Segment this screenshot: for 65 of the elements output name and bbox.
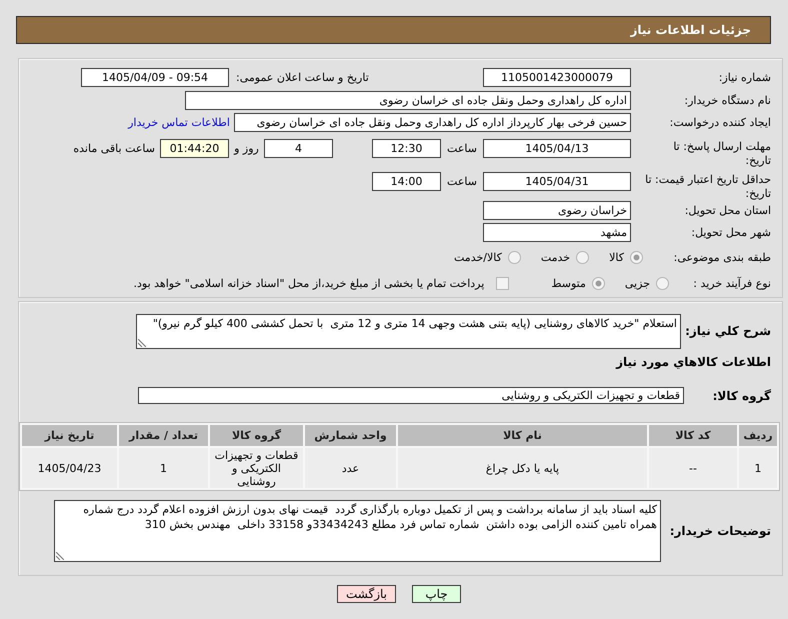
field-label: تاریخ و ساعت اعلان عمومی: <box>235 70 370 86</box>
resize-grip-icon[interactable] <box>138 339 146 347</box>
buyer-notes-field[interactable]: کلیه اسناد باید از سامانه برداشت و پس از تکمیل دوباره بارگذاری گردد قیمت نهای بدون ارزش افزوده اعلام گردد درج شماره همراه تامین کننده الزامی بوده داشتن شماره تماس فرد مطلع 33434243و 33158 داخلی مهندس بخش 310 <box>54 500 661 562</box>
radio-button[interactable] <box>508 251 521 264</box>
buyer-contact-link[interactable]: اطلاعات تماس خریدار <box>128 113 230 132</box>
table-cell: 1405/04/23 <box>22 448 117 488</box>
field-label: طبقه بندی موضوعی: <box>672 250 771 266</box>
city-field[interactable]: مشهد <box>483 223 631 242</box>
table-cell: عدد <box>305 448 396 488</box>
section-heading: اطلاعات کالاهاي مورد نياز <box>614 355 772 370</box>
field-label: استان محل تحویل: <box>684 203 771 219</box>
field-label: گروه کالا: <box>712 388 771 404</box>
checkbox[interactable] <box>496 277 510 290</box>
back-button[interactable]: بازگشت <box>337 585 396 603</box>
table-cell: 1 <box>119 448 208 488</box>
requester-field[interactable]: حسین فرخی بهار کارپرداز اداره کل راهداری وحمل ونقل جاده ای خراسان رضوی <box>234 113 631 132</box>
field-label: مهلت ارسال پاسخ: تا تاریخ: <box>672 139 771 168</box>
radio-label: جزیی <box>624 276 650 290</box>
radio-label: کالا <box>609 250 624 264</box>
table-cell: پایه یا دکل چراغ <box>398 448 647 488</box>
validity-date-field[interactable]: 1405/04/31 <box>483 172 631 191</box>
time-label: ساعت <box>446 141 478 157</box>
table-cell: 1 <box>739 448 777 488</box>
column-header: تاریخ نیاز <box>22 425 117 446</box>
field-label: نوع فرآیند خرید : <box>692 276 771 292</box>
table-cell: -- <box>649 448 737 488</box>
radio-button[interactable] <box>656 277 669 290</box>
time-remaining-field[interactable]: 01:44:20 <box>160 139 229 158</box>
days-label: روز و <box>232 141 260 157</box>
days-field[interactable]: 4 <box>264 139 333 158</box>
field-label: حداقل تاریخ اعتبار قیمت: تا تاریخ: <box>644 172 771 201</box>
checkbox-label: پرداخت تمام یا بخشی از مبلغ خرید،از محل "اسناد خزانه اسلامی" خواهد بود. <box>134 276 484 290</box>
field-label: شهر محل تحویل: <box>690 225 771 241</box>
field-label: شرح کلي نياز: <box>684 324 771 339</box>
deadline-time-field[interactable]: 12:30 <box>372 139 441 158</box>
radio-label: متوسط <box>551 276 586 290</box>
page-title: جزئیات اطلاعات نیاز <box>630 22 751 38</box>
column-header: ردیف <box>739 425 777 446</box>
field-label: توضیحات خریدار: <box>668 524 771 539</box>
column-header: واحد شمارش <box>305 425 396 446</box>
radio-button[interactable] <box>592 277 605 290</box>
table-cell: قطعات و تجهیزات الکتریکی و روشنایی <box>210 448 303 488</box>
goods-group-field[interactable]: قطعات و تجهیزات الکتریکی و روشنایی <box>138 387 684 404</box>
field-label: ایجاد کننده درخواست: <box>668 115 771 131</box>
radio-label: خدمت <box>540 250 570 264</box>
description-field[interactable]: استعلام "خرید کالاهای روشنایی (پایه بتنی هشت وجهی 14 متری و 12 متری با تحمل کششی 400 کیلو گرم نیرو)" <box>136 314 681 349</box>
column-header: گروه کالا <box>210 425 303 446</box>
print-button[interactable]: چاپ <box>412 585 461 603</box>
column-header: تعداد / مقدار <box>119 425 208 446</box>
deadline-date-field[interactable]: 1405/04/13 <box>483 139 631 158</box>
column-header: نام کالا <box>398 425 647 446</box>
radio-label: کالا/خدمت <box>454 250 502 264</box>
buyer-org-field[interactable]: اداره کل راهداری وحمل ونقل جاده ای خراسان رضوی <box>185 91 631 110</box>
need-number-field[interactable]: 1105001423000079 <box>483 68 631 87</box>
announce-date-field[interactable]: 1405/04/09 - 09:54 <box>81 68 229 87</box>
resize-grip-icon[interactable] <box>56 552 64 560</box>
radio-button[interactable] <box>630 251 643 264</box>
time-label: ساعت <box>446 174 478 190</box>
radio-button[interactable] <box>576 251 590 264</box>
field-label: شماره نیاز: <box>718 70 771 86</box>
remaining-label: ساعت باقی مانده <box>73 141 155 157</box>
column-header: کد کالا <box>649 425 737 446</box>
field-label: نام دستگاه خریدار: <box>683 93 771 109</box>
province-field[interactable]: خراسان رضوی <box>483 201 631 220</box>
validity-time-field[interactable]: 14:00 <box>372 172 441 191</box>
